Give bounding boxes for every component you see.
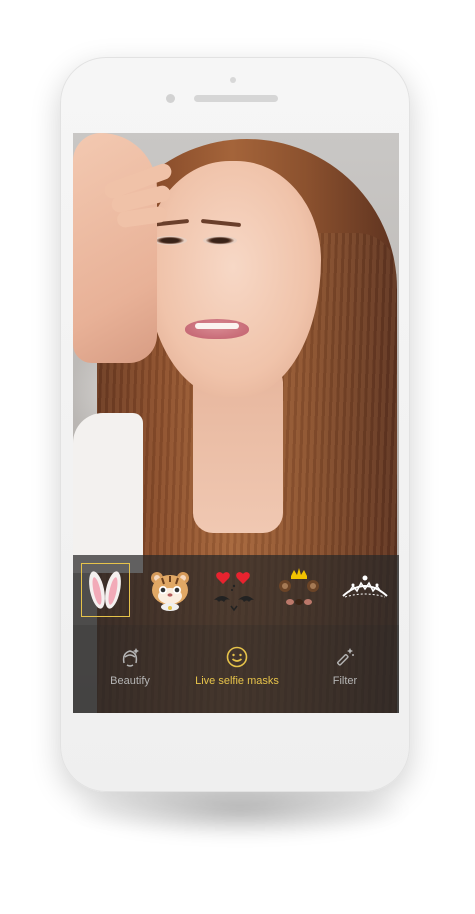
left-eye bbox=[153, 236, 187, 245]
front-camera bbox=[166, 94, 175, 103]
mask-tiara[interactable] bbox=[339, 563, 391, 617]
mask-bear-crown[interactable] bbox=[275, 563, 323, 617]
hand bbox=[73, 133, 157, 363]
face-sparkle-icon bbox=[122, 648, 139, 667]
bottom-tab-bar: Beautify Live selfie masks Filter bbox=[73, 625, 399, 713]
tab-live-selfie-masks[interactable]: Live selfie masks bbox=[181, 645, 293, 687]
mask-tiger[interactable] bbox=[146, 563, 194, 617]
mask-bunny-ears[interactable] bbox=[81, 563, 130, 617]
magic-wand-icon bbox=[337, 648, 354, 666]
tab-filter[interactable]: Filter bbox=[323, 645, 367, 687]
tab-beautify[interactable]: Beautify bbox=[103, 645, 157, 687]
bear-crown-icon bbox=[278, 568, 319, 605]
lips bbox=[185, 319, 249, 339]
tiara-icon bbox=[342, 575, 388, 598]
bunny-ears-icon bbox=[89, 571, 122, 609]
phone-frame: Beautify Live selfie masks Filter bbox=[60, 57, 410, 792]
tab-beautify-label: Beautify bbox=[110, 675, 150, 687]
sensor-dot bbox=[230, 77, 236, 83]
devil-hearts-icon bbox=[214, 572, 255, 612]
app-screen: Beautify Live selfie masks Filter bbox=[73, 133, 399, 713]
earpiece-speaker bbox=[194, 95, 278, 102]
right-eye bbox=[203, 236, 237, 245]
tab-filter-label: Filter bbox=[332, 675, 358, 687]
mask-devil-hearts[interactable] bbox=[210, 563, 258, 617]
tab-live-selfie-masks-label: Live selfie masks bbox=[195, 675, 279, 687]
smiley-icon bbox=[226, 646, 248, 668]
tiger-face-icon bbox=[150, 572, 189, 611]
mask-strip bbox=[73, 555, 399, 625]
